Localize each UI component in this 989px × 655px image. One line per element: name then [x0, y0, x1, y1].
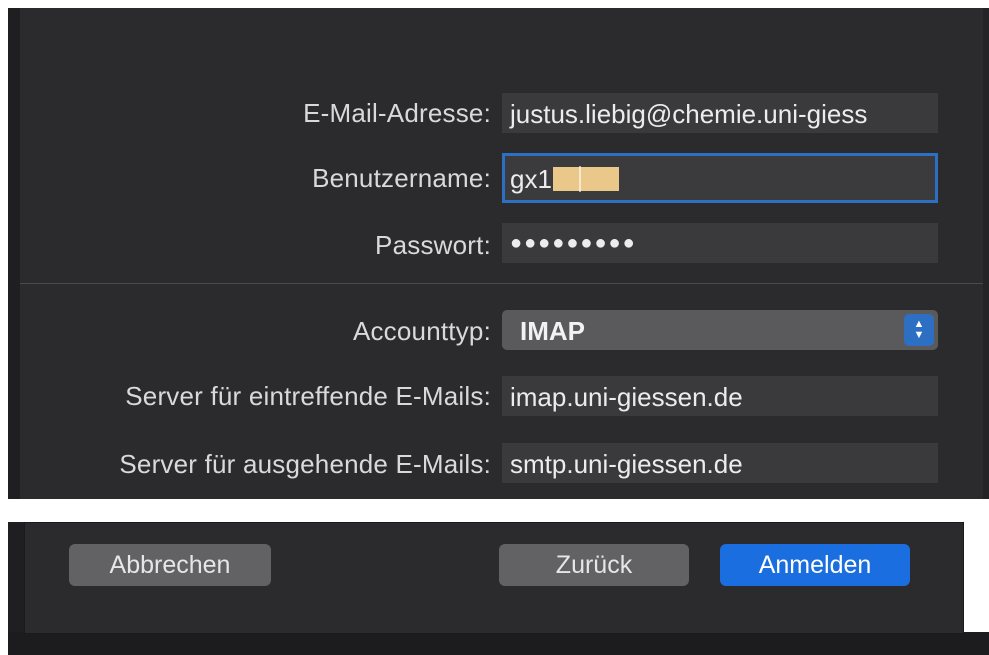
outgoing-server-field[interactable]: smtp.uni-giessen.de: [502, 443, 938, 483]
background-window-floor: [8, 632, 989, 655]
chevron-up-down-icon: ▲ ▼: [904, 314, 934, 346]
background-window-edge-right: [983, 8, 989, 499]
button-bar: Abbrechen Zurück Anmelden: [24, 522, 964, 634]
signin-button[interactable]: Anmelden: [720, 544, 910, 586]
incoming-server-label: Server für eintreffende E-Mails:: [125, 381, 491, 411]
back-button[interactable]: Zurück: [499, 544, 689, 586]
account-type-label: Accounttyp:: [352, 316, 491, 346]
incoming-server-field[interactable]: imap.uni-giessen.de: [502, 376, 938, 416]
redacted-text: [552, 167, 619, 191]
email-field[interactable]: justus.liebig@chemie.uni-giess: [502, 93, 938, 133]
account-type-select[interactable]: IMAP ▲ ▼: [502, 310, 938, 350]
outgoing-server-label: Server für ausgehende E-Mails:: [119, 449, 491, 479]
username-label: Benutzername:: [312, 163, 491, 193]
email-label: E-Mail-Adresse:: [303, 98, 491, 128]
background-window-edge-bottom: [8, 522, 24, 642]
username-value: gx1: [510, 164, 552, 194]
username-field[interactable]: gx1: [502, 153, 938, 203]
account-type-value: IMAP: [520, 316, 585, 346]
text-caret: [578, 166, 581, 192]
password-label: Passwort:: [375, 230, 491, 260]
password-field[interactable]: ●●●●●●●●●: [502, 223, 938, 263]
cancel-button[interactable]: Abbrechen: [69, 544, 271, 586]
account-settings-panel: E-Mail-Adresse: justus.liebig@chemie.uni…: [8, 8, 989, 499]
section-divider: [20, 283, 983, 284]
background-window-edge: [8, 8, 20, 499]
